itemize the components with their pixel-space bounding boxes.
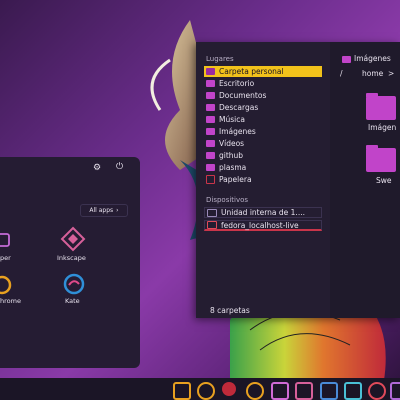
- folder-icon: [206, 116, 215, 123]
- usb-drive-icon: [207, 221, 217, 229]
- kate-icon[interactable]: [63, 273, 85, 295]
- place-label: Vídeos: [219, 139, 245, 148]
- breadcrumb-arrow[interactable]: >: [388, 69, 394, 78]
- place-label: Carpeta personal: [219, 67, 284, 76]
- folder-icon: [206, 152, 215, 159]
- app-icon[interactable]: [390, 382, 400, 400]
- place-pictures[interactable]: Imágenes: [204, 126, 322, 137]
- taskbar: [0, 378, 400, 400]
- file-manager-window: Lugares Carpeta personal Escritorio Docu…: [196, 42, 400, 318]
- device-label: Unidad interna de 1....: [221, 208, 305, 217]
- place-label: Descargas: [219, 103, 259, 112]
- place-documents[interactable]: Documentos: [204, 90, 322, 101]
- folder-icon[interactable]: [173, 382, 191, 400]
- folder-icon: [206, 104, 215, 111]
- folder-icon-large[interactable]: [366, 93, 396, 120]
- place-videos[interactable]: Vídeos: [204, 138, 322, 149]
- home-folder-icon: [206, 68, 215, 75]
- app-icon[interactable]: [368, 382, 386, 400]
- chrome-icon[interactable]: [0, 275, 14, 295]
- top-folder-label[interactable]: Imágenes: [354, 54, 391, 63]
- image-viewer-icon[interactable]: [344, 382, 362, 400]
- photo-icon[interactable]: [295, 382, 313, 400]
- places-title: Lugares: [206, 55, 234, 63]
- device-internal-drive[interactable]: Unidad interna de 1....: [204, 207, 322, 218]
- breadcrumb-home[interactable]: home: [362, 69, 383, 78]
- folder-icon: [206, 92, 215, 99]
- settings-icon[interactable]: ⚙: [93, 163, 101, 173]
- folder-icon: [206, 80, 215, 87]
- place-label: Papelera: [219, 175, 252, 184]
- folder-label: Swe: [376, 176, 392, 185]
- writer-icon[interactable]: [320, 382, 338, 400]
- place-label: plasma: [219, 163, 247, 172]
- folder-icon: [206, 140, 215, 147]
- folder-icon: [206, 128, 215, 135]
- place-label: Imágenes: [219, 127, 256, 136]
- device-label: fedora_localhost-live: [221, 220, 299, 230]
- place-downloads[interactable]: Descargas: [204, 102, 322, 113]
- folder-icon: [342, 56, 351, 63]
- app-icon[interactable]: [0, 231, 12, 249]
- place-label: Música: [219, 115, 245, 124]
- drive-icon: [207, 208, 217, 217]
- chrome-icon[interactable]: [197, 382, 215, 400]
- chevron-right-icon: ›: [116, 207, 119, 214]
- folder-icon-large[interactable]: [366, 145, 396, 172]
- place-desktop[interactable]: Escritorio: [204, 78, 322, 89]
- app-label: per: [0, 254, 11, 262]
- inkscape-icon[interactable]: [60, 226, 86, 252]
- file-view: Imágenes / home > Imágen Swe: [330, 42, 400, 318]
- place-label: Documentos: [219, 91, 267, 100]
- power-icon[interactable]: ⏻: [116, 162, 123, 172]
- breadcrumb-separator: /: [340, 69, 343, 78]
- place-music[interactable]: Música: [204, 114, 322, 125]
- all-apps-label: All apps: [89, 207, 114, 214]
- all-apps-button[interactable]: All apps ›: [80, 204, 128, 217]
- app-launcher-panel: ⚙ ⏻ All apps › per Inkscape hrome Kate: [0, 157, 140, 368]
- place-label: Escritorio: [219, 79, 255, 88]
- device-fedora-live[interactable]: fedora_localhost-live: [204, 220, 322, 231]
- place-label: github: [219, 151, 244, 160]
- store-icon[interactable]: [271, 382, 289, 400]
- app-label: Kate: [65, 297, 80, 305]
- places-panel: Lugares Carpeta personal Escritorio Docu…: [196, 42, 330, 318]
- folder-label: Imágen: [368, 123, 397, 132]
- place-home[interactable]: Carpeta personal: [204, 66, 322, 77]
- place-plasma[interactable]: plasma: [204, 162, 322, 173]
- app-label: Inkscape: [57, 254, 86, 262]
- app-label: hrome: [0, 297, 21, 305]
- trash-icon: [206, 175, 215, 184]
- folder-icon: [206, 164, 215, 171]
- place-github[interactable]: github: [204, 150, 322, 161]
- status-bar-count: 8 carpetas: [210, 306, 250, 315]
- place-trash[interactable]: Papelera: [204, 174, 322, 185]
- media-player-icon[interactable]: [222, 382, 236, 396]
- settings-icon[interactable]: [246, 382, 264, 400]
- devices-title: Dispositivos: [206, 196, 249, 204]
